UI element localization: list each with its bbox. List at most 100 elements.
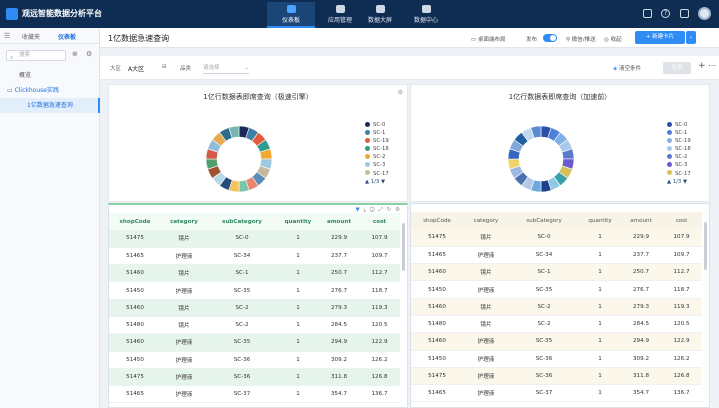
table-row[interactable]: 51460 镜片 SC-2 1 279.3 119.3	[411, 298, 702, 316]
table-row[interactable]: 51465 护理液 SC-37 1 354.7 136.7	[411, 384, 702, 403]
table-row[interactable]: 51465 护理液 SC-34 1 237.7 109.7	[411, 246, 702, 265]
nav-tab-dashboard[interactable]: 仪表板	[267, 2, 315, 28]
donut-chart[interactable]	[199, 119, 279, 199]
gear-icon[interactable]: ⚙	[398, 89, 403, 96]
more-icon[interactable]: ⋯	[708, 61, 716, 70]
column-header[interactable]: amount	[621, 212, 661, 229]
table-row[interactable]: 51450 护理液 SC-36 1 309.2 126.2	[411, 350, 702, 368]
column-header[interactable]: subCategory	[509, 212, 579, 229]
calendar-icon[interactable]: ⊟	[162, 64, 167, 70]
filter-value-region[interactable]: A大区	[128, 64, 144, 73]
search-input[interactable]: ⌕ 搜索	[6, 50, 66, 61]
window-icon[interactable]	[643, 9, 652, 18]
collapse-button[interactable]: ◎ 收起	[604, 35, 622, 43]
legend-dot	[667, 170, 672, 176]
legend-item[interactable]: SC-18	[667, 145, 691, 153]
table-cell: 镜片	[161, 230, 207, 248]
menu-icon[interactable]: ☰	[4, 32, 10, 40]
avatar[interactable]	[698, 7, 711, 20]
column-header[interactable]: category	[463, 212, 509, 229]
category-select[interactable]: 请选择 ⌄	[203, 62, 249, 74]
nav-tab-data-center[interactable]: 数据中心	[402, 2, 450, 28]
column-header[interactable]: shopCode	[411, 212, 463, 229]
tab-favorites[interactable]: 收藏夹	[22, 32, 40, 41]
subscribe-button[interactable]: ⚲ 微信/推送	[566, 35, 596, 43]
table-row[interactable]: 51460 护理液 SC-35 1 294.9 122.9	[411, 332, 702, 351]
legend-item[interactable]: SC-17	[365, 170, 389, 178]
legend-pager[interactable]: ▲ 1/3 ▼	[365, 178, 389, 186]
legend-item[interactable]: SC-3	[365, 161, 389, 169]
scrollbar[interactable]	[704, 222, 707, 270]
tab-dashboards[interactable]: 仪表板	[58, 32, 76, 41]
table-row[interactable]: 51480 镜片 SC-2 1 284.5 120.5	[411, 315, 702, 334]
legend-item[interactable]: SC-0	[365, 121, 389, 129]
legend-item[interactable]: SC-0	[667, 121, 691, 129]
legend-item[interactable]: SC-2	[667, 153, 691, 161]
table-row[interactable]: 51460 护理液 SC-35 1 294.9 122.9	[109, 333, 400, 352]
table-cell: SC-36	[509, 350, 579, 368]
column-header[interactable]: quantity	[579, 212, 621, 229]
layout-switch[interactable]: ▭ 桌面端布局	[471, 35, 505, 43]
settings-icon[interactable]: ⚙	[86, 50, 92, 58]
legend-pager[interactable]: ▲ 1/3 ▼	[667, 178, 691, 186]
add-icon[interactable]: +	[698, 61, 706, 71]
column-header[interactable]: category	[161, 213, 207, 230]
apply-button[interactable]: 应用	[663, 62, 691, 74]
legend-label: SC-1	[675, 130, 688, 137]
column-header[interactable]: shopCode	[109, 213, 161, 230]
table-cell: 镜片	[161, 264, 207, 283]
table-row[interactable]: 51480 镜片 SC-2 1 284.5 120.5	[109, 316, 400, 335]
table-row[interactable]: 51475 镜片 SC-0 1 229.9 107.9	[109, 230, 400, 248]
table-row[interactable]: 51450 护理液 SC-35 1 276.7 118.7	[411, 280, 702, 299]
tree-item-overview[interactable]: 概览	[0, 68, 100, 83]
scrollbar[interactable]	[402, 223, 405, 271]
table-cell: 51465	[411, 246, 463, 265]
table-cell: 51475	[109, 368, 161, 387]
table-cell: SC-2	[509, 315, 579, 334]
table-row[interactable]: 51475 护理液 SC-36 1 311.8 126.8	[109, 368, 400, 387]
legend-item[interactable]: SC-17	[667, 170, 691, 178]
legend-item[interactable]: SC-18	[365, 145, 389, 153]
table-cell: 51460	[411, 263, 463, 282]
legend-item[interactable]: SC-1	[667, 129, 691, 137]
table-cell: 136.7	[359, 385, 400, 404]
new-card-button[interactable]: + 新建卡片	[635, 31, 685, 44]
table-cell: 1	[277, 333, 319, 352]
column-header[interactable]: amount	[319, 213, 359, 230]
legend-item[interactable]: SC-1	[365, 129, 389, 137]
grid-icon[interactable]	[680, 9, 689, 18]
legend-item[interactable]: SC-19	[365, 137, 389, 145]
table-row[interactable]: 51460 镜片 SC-1 1 250.7 112.7	[411, 263, 702, 282]
legend-dot	[667, 145, 672, 151]
table-row[interactable]: 51450 护理液 SC-35 1 276.7 118.7	[109, 281, 400, 300]
donut-chart[interactable]	[501, 119, 581, 199]
table-row[interactable]: 51460 镜片 SC-2 1 279.3 119.3	[109, 299, 400, 317]
table-cell: SC-37	[207, 385, 277, 404]
table-cell: 118.7	[661, 280, 702, 299]
table-row[interactable]: 51475 护理液 SC-36 1 311.8 126.8	[411, 367, 702, 386]
legend-item[interactable]: SC-2	[365, 153, 389, 161]
clear-filters-button[interactable]: ◈ 清空条件	[613, 64, 641, 72]
table-row[interactable]: 51465 护理液 SC-34 1 237.7 109.7	[109, 247, 400, 266]
table-cell: 护理液	[161, 351, 207, 369]
legend-dot	[667, 129, 672, 135]
tree-item-selected-dashboard[interactable]: 1亿数据急速查询	[0, 98, 100, 113]
new-card-dropdown[interactable]: ⌄	[686, 31, 696, 44]
nav-tab-data-screen[interactable]: 数据大屏	[356, 2, 404, 28]
column-header[interactable]: quantity	[277, 213, 319, 230]
table-row[interactable]: 51475 镜片 SC-0 1 229.9 107.9	[411, 229, 702, 247]
table-row[interactable]: 51460 镜片 SC-1 1 250.7 112.7	[109, 264, 400, 283]
legend-item[interactable]: SC-3	[667, 161, 691, 169]
column-header[interactable]: cost	[359, 213, 400, 230]
publish-toggle[interactable]	[543, 34, 557, 42]
legend-item[interactable]: SC-19	[667, 137, 691, 145]
column-header[interactable]: subCategory	[207, 213, 277, 230]
table-row[interactable]: 51450 护理液 SC-36 1 309.2 126.2	[109, 351, 400, 369]
table-cell: 1	[277, 230, 319, 248]
tree-folder-clickhouse[interactable]: ▭ Clickhouse实践	[0, 83, 100, 98]
table-row[interactable]: 51465 护理液 SC-37 1 354.7 136.7	[109, 385, 400, 404]
column-header[interactable]: cost	[661, 212, 702, 229]
table-cell: 51460	[109, 333, 161, 352]
add-icon[interactable]: ⊕	[72, 50, 78, 58]
help-icon[interactable]: ?	[661, 9, 670, 18]
